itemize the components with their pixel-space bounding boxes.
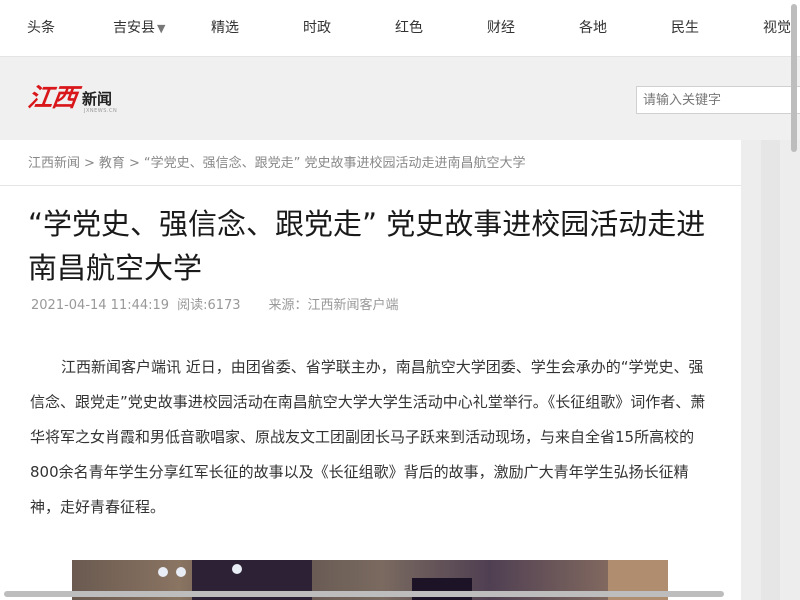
search-box: [636, 86, 800, 114]
breadcrumb-category[interactable]: 教育: [99, 156, 125, 171]
nav-item-politics[interactable]: 时政: [303, 19, 331, 37]
article-title: “学党史、强信念、跟党走” 党史故事进校园活动走进南昌航空大学: [28, 207, 706, 285]
article-datetime: 2021-04-14 11:44:19: [31, 298, 170, 313]
breadcrumb-divider: [0, 185, 741, 186]
search-input[interactable]: [637, 87, 800, 113]
logo-subtext: JXNEWS.CN: [84, 108, 118, 114]
vertical-scrollbar[interactable]: [788, 0, 800, 600]
nav-item-livelihood[interactable]: 民生: [671, 19, 699, 37]
photo-ceiling-light: [158, 567, 168, 577]
nav-item-headlines[interactable]: 头条: [27, 19, 55, 37]
article-meta: 2021-04-14 11:44:19 阅读:6173 来源：江西新闻客户端: [31, 298, 407, 314]
top-nav: 头条 吉安县 ▼ 精选 时政 红色 财经 各地 民生 视觉: [0, 0, 800, 56]
article-source: 来源：江西新闻客户端: [268, 298, 399, 313]
chevron-down-icon: ▼: [157, 22, 166, 35]
breadcrumb-current: “学党史、强信念、跟党走” 党史故事进校园活动走进南昌航空大学: [143, 156, 526, 171]
article-views: 阅读:6173: [177, 298, 241, 313]
photo-ceiling-light: [232, 564, 242, 574]
nav-item-region-label: 吉安县: [113, 20, 155, 36]
site-logo[interactable]: 江西 新闻 JXNEWS.CN: [26, 83, 128, 118]
horizontal-scrollbar-thumb[interactable]: [4, 591, 724, 597]
logo-text: 新闻: [82, 90, 113, 108]
breadcrumb: 江西新闻 > 教育 > “学党史、强信念、跟党走” 党史故事进校园活动走进南昌航空大学: [28, 156, 525, 172]
nav-item-finance[interactable]: 财经: [487, 19, 515, 37]
article-container: 江西新闻 > 教育 > “学党史、强信念、跟党走” 党史故事进校园活动走进南昌航空大学 …: [0, 140, 741, 600]
vertical-scrollbar-thumb[interactable]: [791, 4, 797, 152]
nav-item-local[interactable]: 各地: [579, 19, 607, 37]
breadcrumb-separator: >: [128, 156, 140, 171]
sidebar-strip: [761, 140, 780, 600]
breadcrumb-home[interactable]: 江西新闻: [28, 156, 80, 171]
logo-mark: 江西: [26, 83, 79, 112]
nav-item-red[interactable]: 红色: [395, 19, 423, 37]
photo-ceiling-light: [176, 567, 186, 577]
article-paragraph: 江西新闻客户端讯 近日，由团省委、省学联主办，南昌航空大学团委、学生会承办的“学…: [30, 358, 706, 516]
nav-item-featured[interactable]: 精选: [211, 19, 239, 37]
nav-item-region-dropdown[interactable]: 吉安县 ▼: [113, 19, 165, 38]
horizontal-scrollbar[interactable]: [0, 588, 800, 600]
nav-item-visual[interactable]: 视觉: [763, 19, 791, 37]
breadcrumb-separator: >: [84, 156, 95, 171]
